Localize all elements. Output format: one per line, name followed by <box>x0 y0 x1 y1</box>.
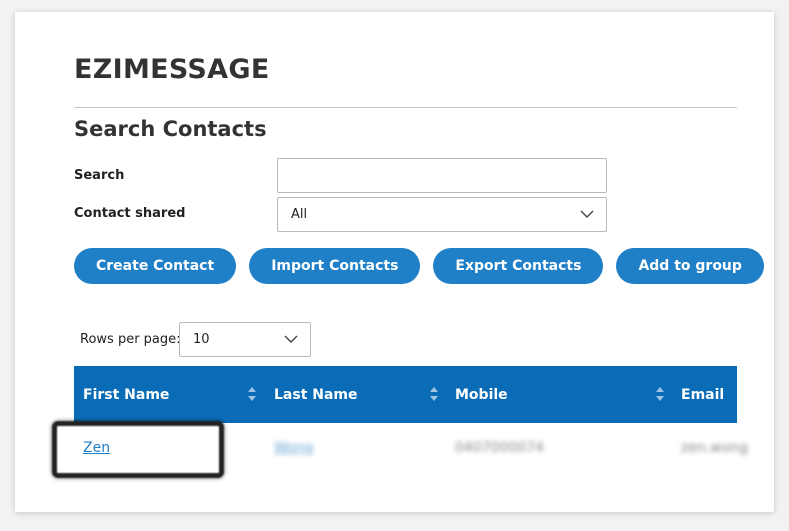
email-cell: zen.wong <box>681 440 749 456</box>
chevron-down-icon <box>580 208 594 222</box>
table-header: First Name Last Name Mobile Email <box>74 366 737 423</box>
import-contacts-button[interactable]: Import Contacts <box>249 248 421 284</box>
rows-per-page-select[interactable]: 10 <box>179 322 311 357</box>
column-header-mobile[interactable]: Mobile <box>455 366 508 423</box>
app-title: EZIMESSAGE <box>74 54 270 85</box>
search-input[interactable] <box>277 158 607 193</box>
column-header-first-name[interactable]: First Name <box>83 366 169 423</box>
highlight-box <box>52 421 224 478</box>
contact-shared-label: Contact shared <box>74 206 186 221</box>
export-contacts-button[interactable]: Export Contacts <box>433 248 604 284</box>
create-contact-button[interactable]: Create Contact <box>74 248 237 284</box>
contacts-panel: EZIMESSAGE Search Contacts Search Contac… <box>15 12 774 512</box>
last-name-link[interactable]: Wong <box>274 440 313 456</box>
search-label: Search <box>74 168 125 183</box>
contact-shared-select[interactable]: All <box>277 197 607 232</box>
section-title: Search Contacts <box>74 117 267 141</box>
sort-icon[interactable] <box>429 385 439 403</box>
sort-icon[interactable] <box>655 385 665 403</box>
column-header-email[interactable]: Email <box>681 366 724 423</box>
rows-per-page-label: Rows per page: <box>80 332 181 347</box>
divider <box>74 107 737 108</box>
action-buttons: Create Contact Import Contacts Export Co… <box>74 248 764 284</box>
add-to-group-button[interactable]: Add to group <box>616 248 764 284</box>
rows-per-page-value: 10 <box>193 332 210 347</box>
chevron-down-icon <box>284 333 298 347</box>
sort-icon[interactable] <box>247 385 257 403</box>
first-name-link[interactable]: Zen <box>83 440 110 456</box>
mobile-cell: 0407000074 <box>455 440 545 456</box>
column-header-last-name[interactable]: Last Name <box>274 366 358 423</box>
contact-shared-value: All <box>291 207 308 222</box>
